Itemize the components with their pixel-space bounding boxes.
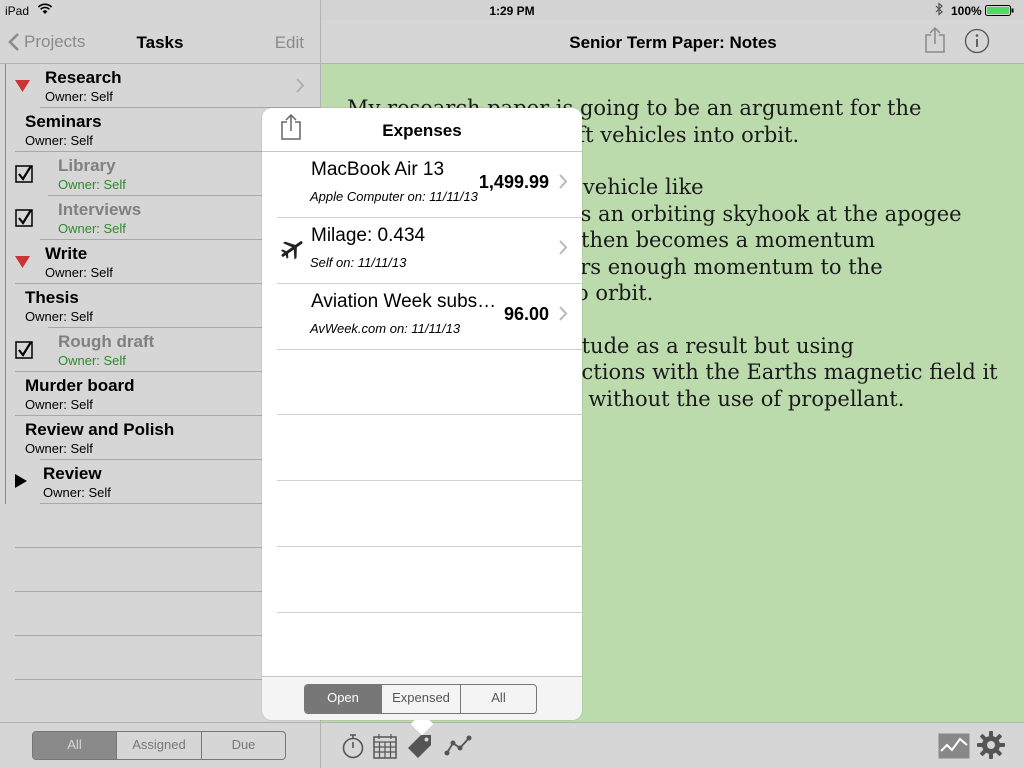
task-name: Review and Polish [25, 420, 175, 439]
clock: 1:29 PM [489, 4, 535, 18]
chevron-right-icon [296, 78, 305, 93]
expenses-popover: Expenses MacBook Air 13 Apple Computer o… [262, 108, 582, 736]
task-owner: Owner: Self [25, 397, 93, 412]
empty-row-divider [277, 546, 582, 547]
task-filter-segmented-control: All Assigned Due [32, 731, 286, 760]
task-owner: Owner: Self [45, 265, 113, 280]
checkbox-checked-icon[interactable] [15, 341, 33, 359]
task-owner: Owner: Self [58, 353, 126, 368]
notes-title: Senior Term Paper: Notes [569, 33, 777, 52]
settings-gear-icon[interactable] [977, 731, 1005, 759]
expense-row[interactable]: Aviation Week subscription AvWeek.com on… [277, 284, 582, 350]
task-owner: Owner: Self [58, 221, 126, 236]
task-name: Murder board [25, 376, 135, 395]
filter-all-segment[interactable]: All [461, 685, 536, 713]
activity-chart-icon[interactable] [938, 733, 970, 759]
expense-filter-segmented-control: Open Expensed All [304, 684, 537, 714]
popover-title: Expenses [382, 121, 462, 140]
expense-amount: 96.00 [503, 304, 549, 324]
task-name: Thesis [25, 288, 79, 307]
notes-nav-bar: Senior Term Paper: Notes [321, 20, 1024, 64]
stopwatch-icon[interactable] [341, 733, 365, 759]
collapsed-triangle-icon[interactable] [15, 474, 27, 488]
task-nav-bar: Projects Tasks Edit [0, 20, 320, 64]
popover-header: Expenses [262, 108, 582, 152]
share-icon[interactable] [924, 26, 946, 54]
graph-icon[interactable] [444, 735, 472, 757]
expanded-triangle-icon[interactable] [15, 80, 30, 92]
task-row[interactable]: Research Owner: Self [0, 64, 320, 108]
edit-button[interactable]: Edit [275, 33, 304, 53]
chevron-right-icon [559, 174, 568, 189]
task-name: Library [58, 156, 116, 175]
empty-row-divider [277, 612, 582, 613]
empty-row-divider [277, 414, 582, 415]
page-title: Tasks [136, 33, 184, 52]
expense-name: Aviation Week subscription [311, 291, 501, 312]
filter-open-segment[interactable]: Open [305, 685, 382, 713]
task-owner: Owner: Self [25, 133, 93, 148]
expense-name: MacBook Air 13 [311, 159, 445, 180]
task-name: Review [43, 464, 102, 483]
task-name: Write [45, 244, 88, 263]
task-owner: Owner: Self [45, 89, 113, 104]
task-filter-toolbar: All Assigned Due [0, 722, 320, 768]
battery-icon [985, 5, 1015, 16]
filter-all-segment[interactable]: All [33, 732, 117, 759]
popover-footer: Open Expensed All [262, 676, 582, 720]
chevron-right-icon [559, 306, 568, 321]
info-icon[interactable] [964, 28, 990, 54]
task-owner: Owner: Self [25, 441, 93, 456]
expenses-tag-icon[interactable] [405, 732, 435, 760]
filter-assigned-segment[interactable]: Assigned [117, 732, 202, 759]
task-name: Seminars [25, 112, 102, 131]
battery-percent: 100% [951, 4, 982, 18]
task-name: Interviews [58, 200, 142, 219]
task-owner: Owner: Self [58, 177, 126, 192]
calendar-icon[interactable] [373, 733, 397, 759]
expense-detail: AvWeek.com on: 11/11/13 [310, 321, 461, 336]
expanded-triangle-icon[interactable] [15, 256, 30, 268]
task-owner: Owner: Self [25, 309, 93, 324]
expense-row[interactable]: MacBook Air 13 Apple Computer on: 11/11/… [277, 152, 582, 218]
status-bar: iPad 1:29 PM 100% [0, 0, 1024, 20]
expense-detail: Apple Computer on: 11/11/13 [310, 189, 478, 204]
filter-expensed-segment[interactable]: Expensed [382, 685, 461, 713]
task-owner: Owner: Self [43, 485, 111, 500]
task-name: Research [45, 68, 122, 87]
expense-detail: Self on: 11/11/13 [310, 255, 407, 270]
chevron-right-icon [559, 240, 568, 255]
expense-name: Milage: 0.434 [311, 225, 426, 246]
expense-row[interactable]: Milage: 0.434 Self on: 11/11/13 [277, 218, 582, 284]
expense-amount: 1,499.99 [478, 172, 549, 192]
filter-due-segment[interactable]: Due [202, 732, 285, 759]
checkbox-checked-icon[interactable] [15, 165, 33, 183]
empty-row-divider [277, 480, 582, 481]
airplane-icon [280, 241, 303, 260]
checkbox-checked-icon[interactable] [15, 209, 33, 227]
task-name: Rough draft [58, 332, 155, 351]
bluetooth-icon [934, 2, 944, 19]
